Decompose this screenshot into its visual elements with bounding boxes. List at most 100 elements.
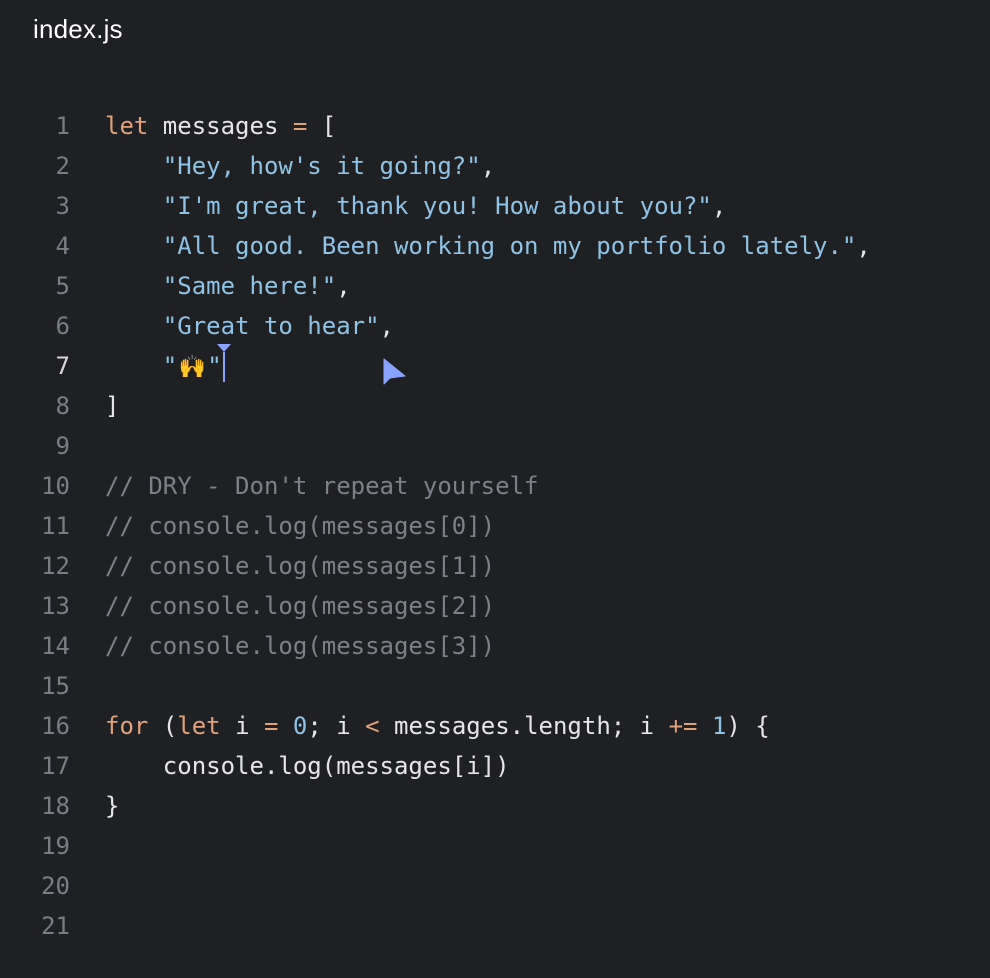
code-line[interactable]: 19	[0, 826, 990, 866]
line-number: 1	[55, 112, 70, 140]
code-text: // console.log(messages[2])	[105, 586, 495, 626]
line-number: 12	[41, 552, 70, 580]
text-caret-icon	[216, 344, 231, 382]
code-text: // DRY - Don't repeat yourself	[105, 466, 538, 506]
code-line[interactable]: 16 for (let i = 0; i < messages.length; i…	[0, 706, 990, 746]
code-token-cmt: // console.log(messages[1])	[105, 552, 496, 580]
code-line[interactable]: 1 let messages = [	[0, 106, 990, 146]
mouse-pointer-icon	[383, 358, 406, 385]
code-token-cmt: // DRY - Don't repeat yourself	[105, 472, 539, 500]
line-number: 14	[41, 632, 70, 660]
code-token-str: "Same here!"	[162, 272, 337, 300]
line-number: 9	[55, 432, 70, 460]
code-text: "All good. Been working on my portfolio …	[105, 226, 871, 266]
line-number: 4	[55, 232, 70, 260]
line-number: 3	[55, 192, 70, 220]
code-text: console.log(messages[i])	[105, 746, 510, 786]
code-line[interactable]: 15	[0, 666, 990, 706]
code-token-op: =	[292, 112, 308, 140]
line-number: 16	[41, 712, 70, 740]
code-token-plain: }	[105, 792, 120, 820]
code-text: let messages = [	[105, 106, 336, 146]
line-number: 17	[41, 752, 70, 780]
code-token-plain: ,	[336, 272, 351, 300]
code-line[interactable]: 3 "I'm great, thank you! How about you?"…	[0, 186, 990, 226]
code-token-cmt: // console.log(messages[2])	[105, 592, 496, 620]
code-token-plain: i	[220, 712, 264, 740]
code-text: "I'm great, thank you! How about you?",	[105, 186, 727, 226]
line-number: 13	[41, 592, 70, 620]
line-number: 8	[55, 392, 70, 420]
code-line[interactable]: 21	[0, 906, 990, 946]
code-line[interactable]: 20	[0, 866, 990, 906]
code-token-plain: ) {	[726, 712, 770, 740]
code-token-str: "I'm great, thank you! How about you?"	[162, 192, 712, 220]
code-token-op: <	[365, 712, 380, 740]
code-line[interactable]: 13 // console.log(messages[2])	[0, 586, 990, 626]
code-token-plain: console.log(messages[i])	[105, 752, 510, 780]
code-token-plain: ; i	[307, 712, 366, 740]
code-token-cmt: // console.log(messages[3])	[105, 632, 496, 660]
code-token-plain: ,	[711, 192, 727, 220]
line-number: 10	[41, 472, 70, 500]
line-number: 2	[55, 152, 70, 180]
line-number: 11	[41, 512, 70, 540]
line-number: 7	[55, 352, 70, 380]
raising-hands-emoji: 🙌	[178, 355, 206, 380]
editor-tab-bar: index.js	[0, 0, 990, 62]
code-line[interactable]: 17 console.log(messages[i])	[0, 746, 990, 786]
code-token-op: =	[263, 712, 279, 740]
code-token-plain: ]	[105, 392, 120, 420]
code-text: "🙌"	[105, 344, 231, 388]
code-text: // console.log(messages[1])	[105, 546, 495, 586]
line-number: 15	[41, 672, 70, 700]
code-line[interactable]: 7 "🙌"	[0, 344, 990, 388]
code-token-kw: let	[105, 112, 149, 140]
code-token-kw: let	[177, 712, 221, 740]
code-token-plain: ,	[480, 152, 496, 180]
code-text: "Hey, how's it going?",	[105, 146, 495, 186]
code-line[interactable]: 4 "All good. Been working on my portfoli…	[0, 226, 990, 266]
code-text: }	[105, 786, 119, 826]
code-token-str: "	[162, 352, 178, 380]
code-token-plain: messages	[148, 112, 293, 140]
code-area[interactable]: 1 let messages = [2 "Hey, how's it going?…	[0, 106, 990, 946]
code-line[interactable]: 5 "Same here!",	[0, 266, 990, 306]
code-line[interactable]: 6 "Great to hear",	[0, 306, 990, 346]
code-token-kw: for	[105, 712, 149, 740]
line-number: 19	[41, 832, 70, 860]
code-token-str: "	[207, 352, 222, 380]
code-token-num: 0	[292, 712, 308, 740]
code-text: "Same here!",	[105, 266, 351, 306]
code-line[interactable]: 2 "Hey, how's it going?",	[0, 146, 990, 186]
line-number: 21	[41, 912, 70, 940]
code-line[interactable]: 12 // console.log(messages[1])	[0, 546, 990, 586]
code-token-plain: ,	[379, 312, 394, 340]
code-text: for (let i = 0; i < messages.length; i +…	[105, 706, 770, 746]
code-line[interactable]: 8]	[0, 386, 990, 426]
code-token-str: "All good. Been working on my portfolio …	[162, 232, 857, 260]
code-line[interactable]: 10 // DRY - Don't repeat yourself	[0, 466, 990, 506]
code-token-str: "Great to hear"	[162, 312, 380, 340]
file-tab-title[interactable]: index.js	[33, 14, 123, 45]
code-text: // console.log(messages[3])	[105, 626, 495, 666]
code-line[interactable]: 11 // console.log(messages[0])	[0, 506, 990, 546]
code-token-str: "Hey, how's it going?"	[162, 152, 481, 180]
caret-flag-icon	[216, 344, 231, 352]
code-line[interactable]: 18}	[0, 786, 990, 826]
code-token-cmt: // console.log(messages[0])	[105, 512, 496, 540]
line-number: 6	[55, 312, 70, 340]
code-token-plain: ,	[856, 232, 871, 260]
code-line[interactable]: 14 // console.log(messages[3])	[0, 626, 990, 666]
code-line[interactable]: 9	[0, 426, 990, 466]
line-number: 18	[41, 792, 70, 820]
code-editor: index.js 1 let messages = [2 "Hey, how's …	[0, 0, 990, 978]
